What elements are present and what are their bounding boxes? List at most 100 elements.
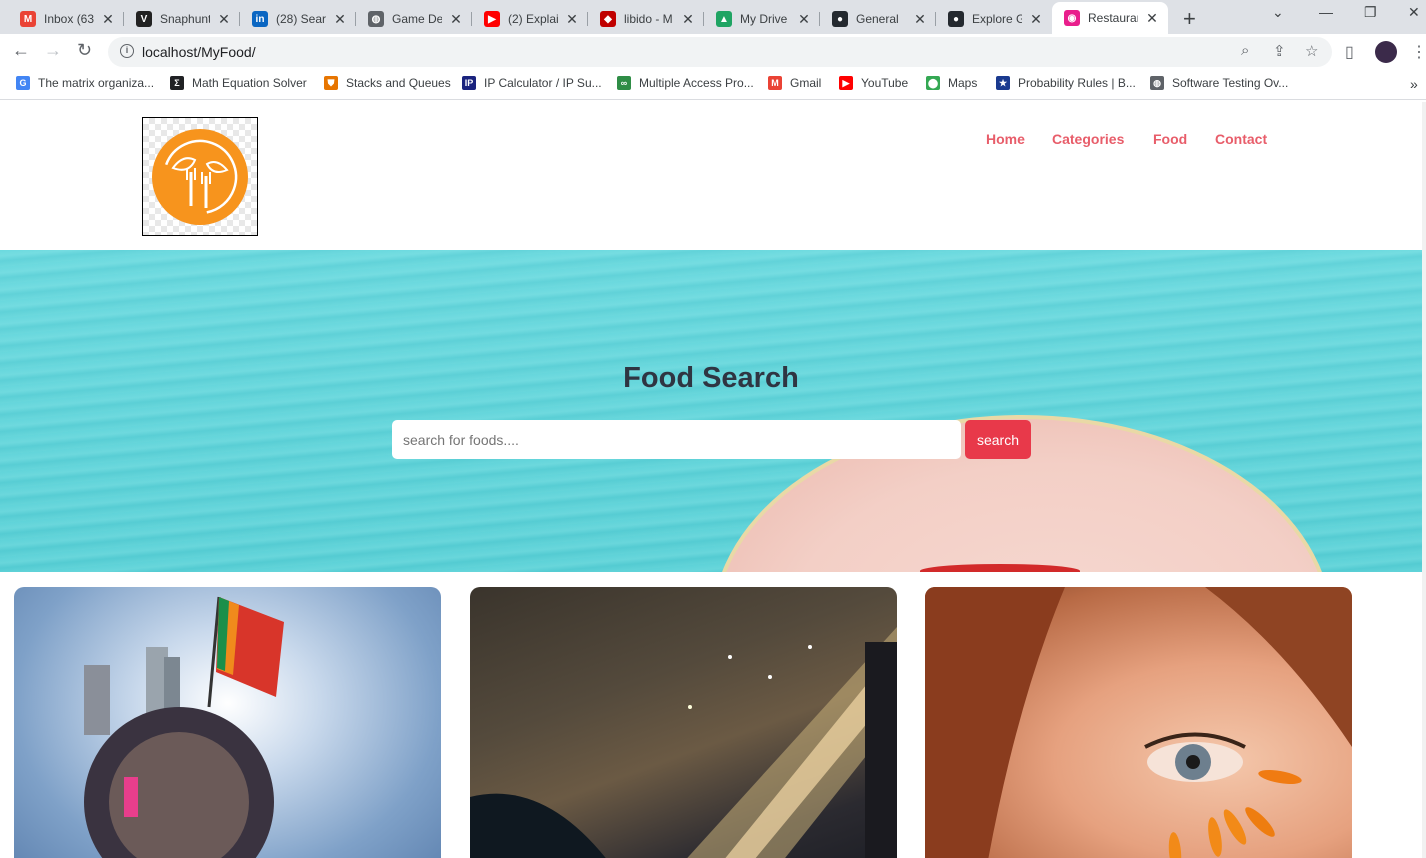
zoom-icon[interactable]: ⌕: [1241, 42, 1249, 59]
gmail-icon: M: [20, 11, 36, 27]
browser-tab[interactable]: in (28) Searc ✕: [240, 4, 356, 34]
browser-tab[interactable]: ● General ✕: [820, 4, 936, 34]
globe-icon: ◍: [1150, 76, 1164, 90]
bookmark-label: YouTube: [861, 76, 909, 90]
bookmark-label: Math Equation Solver: [192, 76, 307, 90]
share-icon[interactable]: ⇪: [1273, 42, 1286, 60]
tab-title: Explore G: [972, 12, 1022, 26]
close-tab-icon[interactable]: ✕: [332, 11, 348, 28]
bookmark-label: Probability Rules | B...: [1018, 76, 1136, 90]
nav-contact[interactable]: Contact: [1215, 131, 1267, 147]
google-icon: G: [16, 76, 30, 90]
tab-title: Snaphunt: [160, 12, 210, 26]
forward-icon[interactable]: →: [44, 40, 62, 61]
close-tab-icon[interactable]: ✕: [1144, 10, 1160, 27]
close-tab-icon[interactable]: ✕: [1028, 11, 1044, 28]
browser-tab[interactable]: M Inbox (63) ✕: [8, 4, 124, 34]
snaphunt-icon: V: [136, 11, 152, 27]
restore-button[interactable]: ❐: [1364, 4, 1377, 21]
bookmark-label: Gmail: [790, 76, 822, 90]
nav-food[interactable]: Food: [1153, 131, 1187, 147]
bookmark-item[interactable]: ★ Probability Rules | B...: [996, 76, 1136, 90]
tab-strip: M Inbox (63) ✕ V Snaphunt ✕ in (28) Searc ✕ ◍ Game…: [0, 0, 1426, 34]
close-tab-icon[interactable]: ✕: [216, 11, 232, 28]
close-tab-icon[interactable]: ✕: [564, 11, 580, 28]
close-tab-icon[interactable]: ✕: [100, 11, 116, 28]
star-badge-icon: ★: [996, 76, 1010, 90]
browser-tab[interactable]: ● Explore G ✕: [936, 4, 1052, 34]
night-city-image: [470, 627, 897, 858]
close-tab-icon[interactable]: ✕: [680, 11, 696, 28]
github-icon: ●: [832, 11, 848, 27]
close-tab-icon[interactable]: ✕: [796, 11, 812, 28]
web-page: Home Categories Food Contact Food Search…: [0, 102, 1426, 858]
bookmark-item[interactable]: ∞ Multiple Access Pro...: [617, 76, 754, 90]
bookmark-label: Stacks and Queues: [346, 76, 451, 90]
back-icon[interactable]: ←: [12, 40, 30, 61]
food-card-image[interactable]: [470, 587, 897, 858]
browser-tab[interactable]: ◍ Game De ✕: [356, 4, 472, 34]
browser-tab[interactable]: ▶ (2) Explai ✕: [472, 4, 588, 34]
bookmark-item[interactable]: IP IP Calculator / IP Su...: [462, 76, 602, 90]
tab-title: Inbox (63): [44, 12, 94, 26]
hero-title: Food Search: [623, 362, 799, 394]
tab-search-icon[interactable]: ⌄: [1272, 4, 1284, 21]
site-logo[interactable]: [142, 117, 258, 236]
bookmark-item[interactable]: G The matrix organiza...: [16, 76, 154, 90]
search-button[interactable]: search: [965, 420, 1031, 459]
drive-icon: ▲: [716, 11, 732, 27]
tiny-planet-flag-image: [84, 596, 284, 858]
gfg-icon: ∞: [617, 76, 631, 90]
tab-title: General: [856, 12, 899, 26]
nav-home[interactable]: Home: [986, 131, 1025, 147]
bookmark-item[interactable]: Σ Math Equation Solver: [170, 76, 307, 90]
site-info-icon[interactable]: i: [120, 44, 134, 58]
food-card-image[interactable]: [925, 587, 1352, 858]
bookmark-star-icon[interactable]: ☆: [1305, 42, 1318, 60]
face-with-petals-image: [925, 587, 1352, 858]
restaurant-tab-icon: ◉: [1064, 10, 1080, 26]
bookmark-label: Multiple Access Pro...: [639, 76, 754, 90]
food-card-image[interactable]: [14, 587, 441, 858]
browser-tab[interactable]: ▲ My Drive ✕: [704, 4, 820, 34]
side-panel-icon[interactable]: ▯: [1345, 42, 1354, 62]
address-bar[interactable]: i localhost/MyFood/ ⌕ ⇪ ☆: [108, 37, 1332, 67]
globe-icon: ◍: [368, 11, 384, 27]
bookmark-item[interactable]: ▶ YouTube: [839, 76, 908, 90]
profile-avatar[interactable]: [1375, 41, 1397, 63]
menu-kebab-icon[interactable]: ⋮: [1411, 42, 1426, 62]
close-tab-icon[interactable]: ✕: [448, 11, 464, 28]
browser-tab[interactable]: ◉ Restauran ✕: [1052, 2, 1168, 34]
maps-icon: ⬤: [926, 76, 940, 90]
minimize-button[interactable]: —: [1319, 4, 1333, 20]
sigma-icon: Σ: [170, 76, 184, 90]
bookmark-item[interactable]: M Gmail: [768, 76, 821, 90]
nav-categories[interactable]: Categories: [1052, 131, 1124, 147]
food-search-input[interactable]: [392, 420, 961, 459]
book-icon: ◆: [600, 11, 616, 27]
reload-icon[interactable]: ↻: [77, 40, 92, 61]
bookmark-item[interactable]: ◍ Software Testing Ov...: [1150, 76, 1288, 90]
youtube-icon: ▶: [484, 11, 500, 27]
tab-title: Game De: [392, 12, 442, 26]
food-search-hero: Food Search search: [0, 250, 1422, 572]
page-scrollbar[interactable]: [1422, 102, 1426, 858]
food-logo-icon: [152, 129, 248, 225]
ip-icon: IP: [462, 76, 476, 90]
princeton-icon: ⛊: [324, 76, 338, 90]
new-tab-button[interactable]: +: [1183, 6, 1196, 32]
bookmark-label: Software Testing Ov...: [1172, 76, 1289, 90]
browser-tab[interactable]: V Snaphunt ✕: [124, 4, 240, 34]
close-window-button[interactable]: ✕: [1408, 4, 1420, 21]
tab-title: libido - M: [624, 12, 673, 26]
bookmarks-overflow-icon[interactable]: »: [1410, 76, 1418, 92]
bookmark-label: Maps: [948, 76, 978, 90]
linkedin-icon: in: [252, 11, 268, 27]
tab-title: (2) Explai: [508, 12, 558, 26]
close-tab-icon[interactable]: ✕: [912, 11, 928, 28]
bookmark-item[interactable]: ⬤ Maps: [926, 76, 977, 90]
bookmark-item[interactable]: ⛊ Stacks and Queues: [324, 76, 451, 90]
gmail-icon: M: [768, 76, 782, 90]
browser-tab[interactable]: ◆ libido - M ✕: [588, 4, 704, 34]
github-icon: ●: [948, 11, 964, 27]
